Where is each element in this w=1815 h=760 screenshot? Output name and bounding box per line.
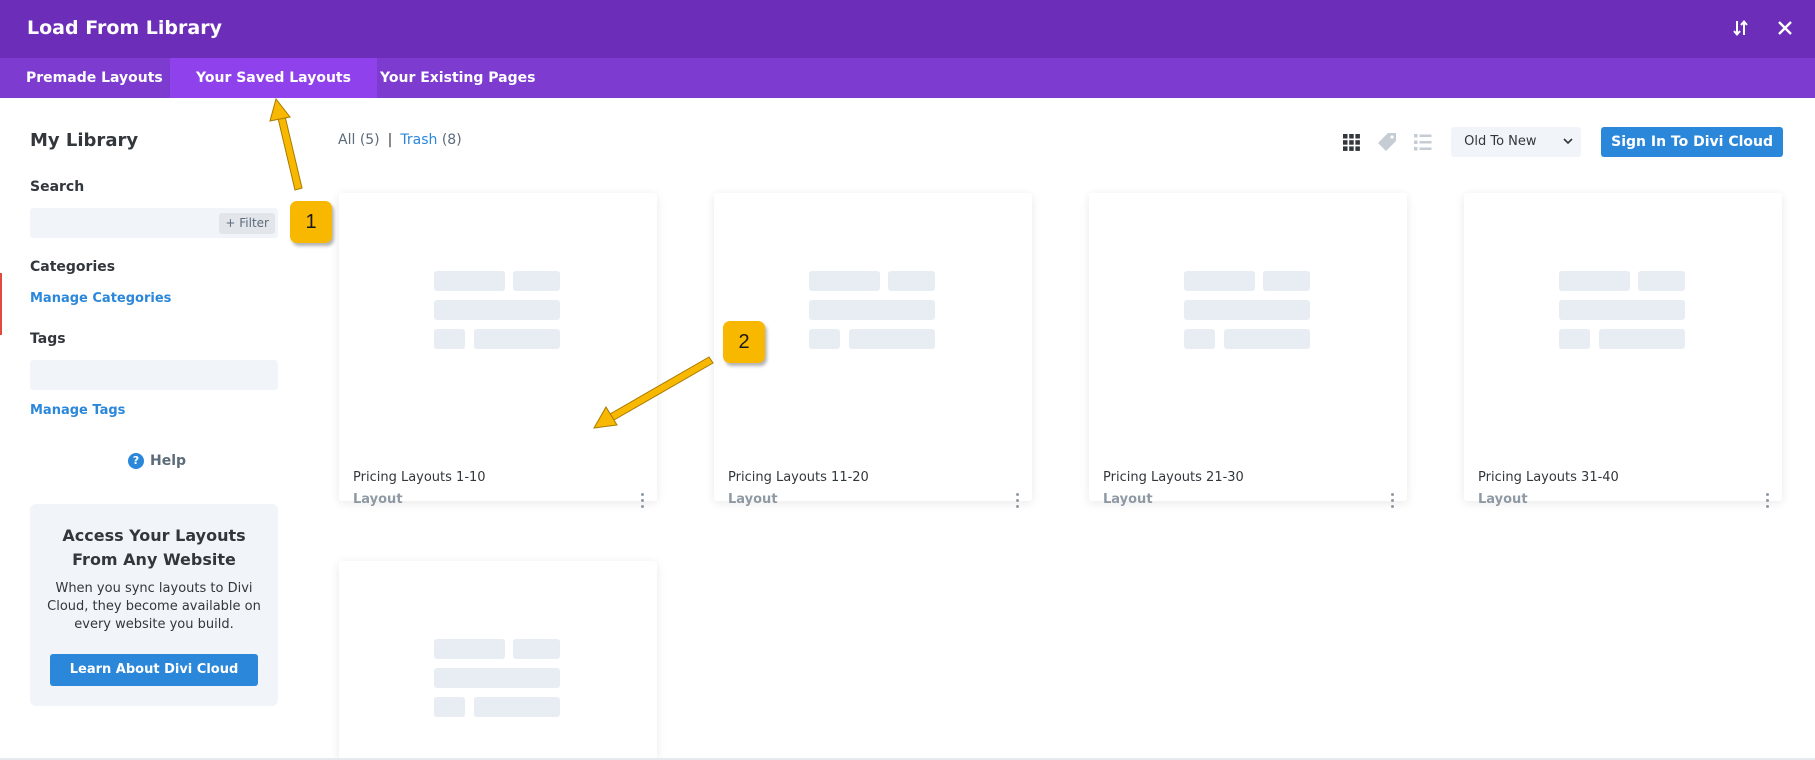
layout-card-title: Pricing Layouts 21-30 (1103, 470, 1244, 485)
layout-thumbnail-icon (1184, 271, 1310, 349)
help-label: Help (150, 453, 187, 469)
filter-trash-label: Trash (400, 132, 438, 148)
tags-input[interactable] (30, 360, 278, 390)
search-label: Search (30, 179, 85, 195)
layout-card[interactable]: Pricing Layouts 31-40 Layout (1464, 193, 1782, 508)
filter-separator: | (387, 132, 393, 148)
sign-in-divi-cloud-button[interactable]: Sign In To Divi Cloud (1601, 127, 1783, 157)
more-options-icon[interactable] (1012, 493, 1022, 511)
edge-marker (0, 273, 2, 335)
grid-view-icon[interactable] (1339, 130, 1363, 154)
layout-card[interactable] (339, 561, 657, 760)
sort-arrows-icon[interactable] (1729, 16, 1753, 40)
annotation-callout-1: 1 (290, 201, 332, 243)
titlebar-actions (1729, 16, 1797, 40)
filter-all-count: (5) (359, 132, 380, 148)
manage-categories-link[interactable]: Manage Categories (30, 291, 171, 306)
layout-thumbnail-icon (434, 639, 560, 717)
sort-order-value: Old To New (1464, 134, 1537, 149)
layout-card[interactable]: Pricing Layouts 21-30 Layout (1089, 193, 1407, 508)
sort-order-select[interactable]: Old To New (1451, 127, 1582, 157)
help-icon: ? (128, 453, 144, 469)
manage-tags-link[interactable]: Manage Tags (30, 403, 125, 418)
library-tabs: Premade Layouts Your Saved Layouts Your … (0, 58, 1815, 98)
tags-label: Tags (30, 331, 66, 347)
list-view-icon[interactable] (1411, 130, 1435, 154)
filter-button[interactable]: + Filter (219, 213, 275, 234)
close-icon[interactable] (1773, 16, 1797, 40)
layout-card-title: Pricing Layouts 1-10 (353, 470, 486, 485)
learn-about-divi-cloud-button[interactable]: Learn About Divi Cloud (50, 654, 258, 686)
layout-card-title: Pricing Layouts 31-40 (1478, 470, 1619, 485)
layout-card-type: Layout (728, 492, 778, 507)
chevron-down-icon (1563, 127, 1573, 169)
promo-title: Access Your Layouts From Any Website (62, 526, 246, 569)
library-toolbar: Old To New Sign In To Divi Cloud (1339, 127, 1783, 157)
layout-thumbnail-icon (1559, 271, 1685, 349)
layout-card-title: Pricing Layouts 11-20 (728, 470, 869, 485)
tag-icon[interactable] (1375, 130, 1399, 154)
library-sidebar: My Library Search + Filter Categories Ma… (30, 98, 280, 760)
annotation-callout-2: 2 (723, 321, 765, 363)
tab-your-existing-pages[interactable]: Your Existing Pages (354, 58, 561, 98)
filter-all[interactable]: All (5) (338, 132, 380, 148)
filter-trash-count: (8) (441, 132, 462, 148)
more-options-icon[interactable] (1387, 493, 1397, 511)
sidebar-heading: My Library (30, 130, 139, 151)
layout-thumbnail-icon (809, 271, 935, 349)
search-input[interactable]: + Filter (30, 208, 278, 238)
layout-card[interactable]: Pricing Layouts 1-10 Layout (339, 193, 657, 508)
layout-card-type: Layout (1478, 492, 1528, 507)
tab-premade-layouts[interactable]: Premade Layouts (0, 58, 189, 98)
promo-text: When you sync layouts to Divi Cloud, the… (47, 581, 261, 632)
modal-titlebar: Load From Library (0, 0, 1815, 58)
layout-card-type: Layout (353, 492, 403, 507)
divi-cloud-promo: Access Your Layouts From Any Website Whe… (30, 504, 278, 706)
layout-filter: All (5) | Trash (8) (338, 132, 462, 148)
filter-all-label: All (338, 132, 356, 148)
more-options-icon[interactable] (637, 493, 647, 511)
help-link[interactable]: ? Help (128, 453, 186, 469)
modal-title: Load From Library (27, 17, 222, 39)
categories-label: Categories (30, 259, 116, 275)
filter-trash[interactable]: Trash (8) (400, 132, 461, 148)
layout-thumbnail-icon (434, 271, 560, 349)
layout-card-type: Layout (1103, 492, 1153, 507)
tab-your-saved-layouts[interactable]: Your Saved Layouts (170, 58, 377, 98)
more-options-icon[interactable] (1762, 493, 1772, 511)
